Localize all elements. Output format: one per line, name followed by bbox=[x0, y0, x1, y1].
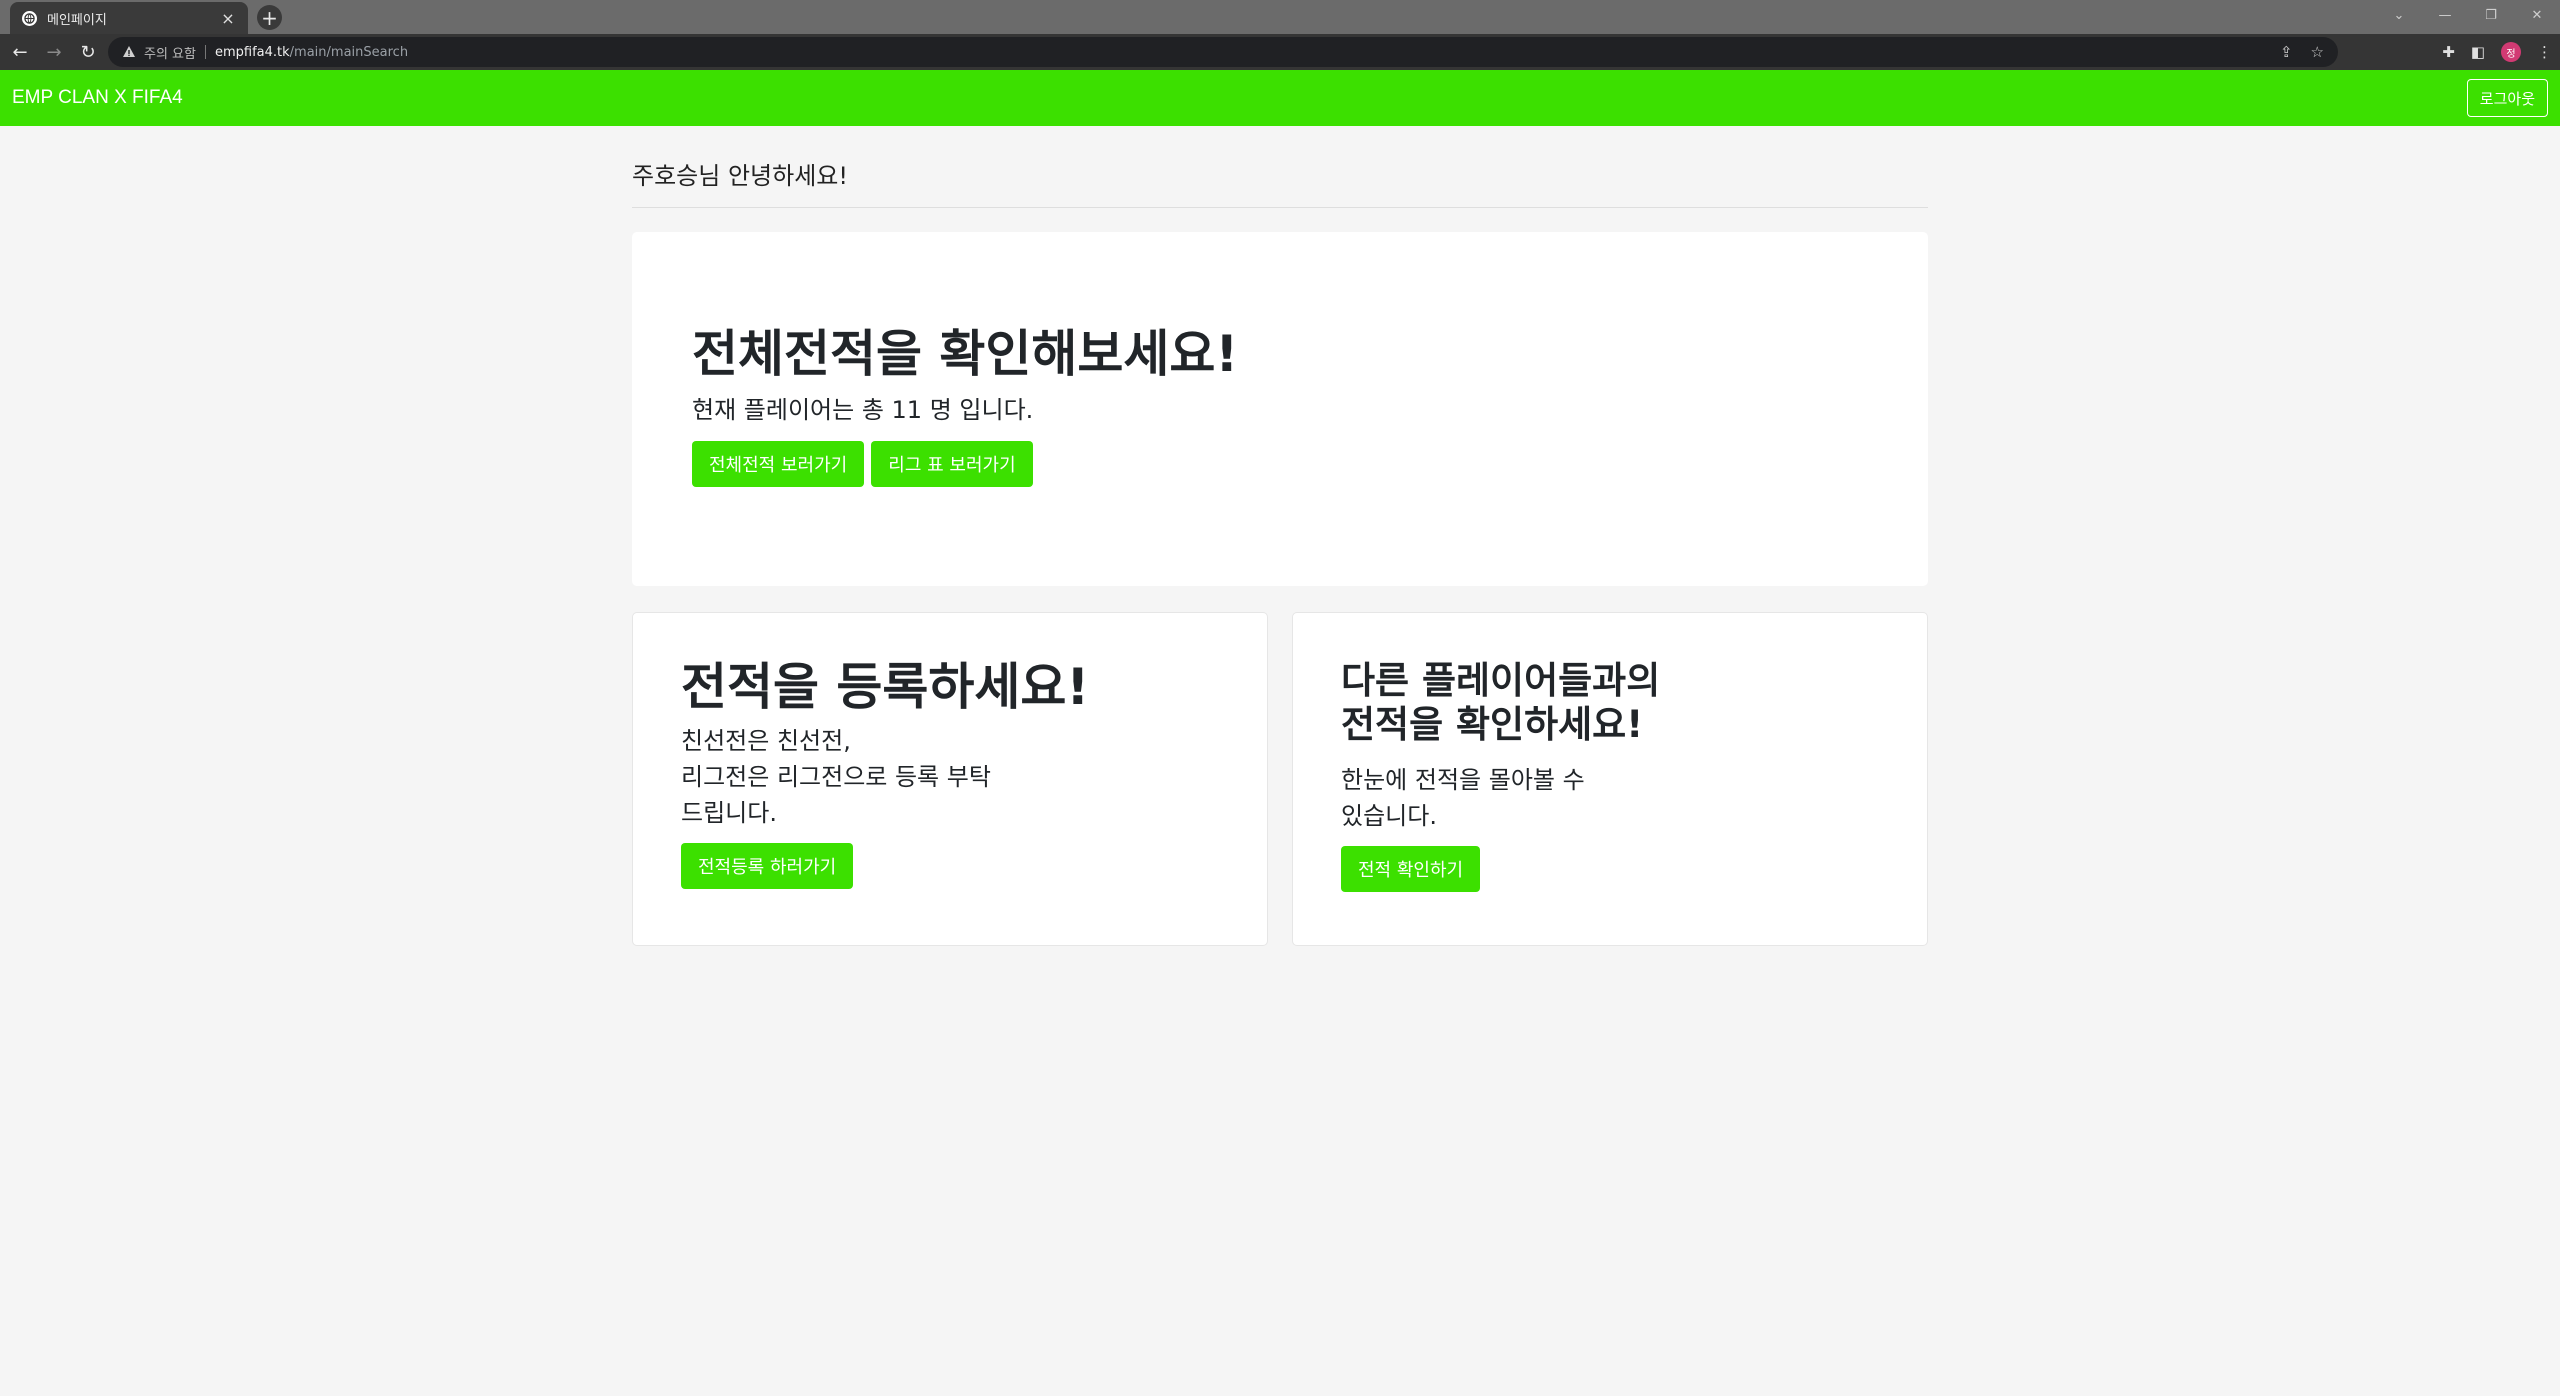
jumbotron-title: 전체전적을 확인해보세요! bbox=[692, 325, 1239, 383]
greeting-text: 주호승님 안녕하세요! bbox=[632, 156, 1928, 208]
sidepanel-icon[interactable]: ◧ bbox=[2471, 43, 2485, 61]
address-bar[interactable]: 주의 요함 empfifa4.tk /main/mainSearch ⇪ ☆ bbox=[108, 37, 2338, 67]
jumbotron-buttons: 전체전적 보러가기 리그 표 보러가기 bbox=[692, 441, 1868, 487]
main-container: 주호승님 안녕하세요! 전체전적을 확인해보세요! 현재 플레이어는 총 11 … bbox=[632, 126, 1928, 946]
reload-icon[interactable]: ↻ bbox=[74, 38, 102, 66]
browser-tabstrip: 메인페이지 × + ⌄ — ❐ ✕ bbox=[0, 0, 2560, 34]
brand-link[interactable]: EMP CLAN X FIFA4 bbox=[12, 70, 183, 126]
compare-card-line: 있습니다. bbox=[1341, 801, 1437, 830]
close-icon[interactable]: × bbox=[220, 9, 236, 28]
profile-avatar[interactable]: 정 bbox=[2501, 42, 2521, 62]
omnibox-divider bbox=[204, 45, 206, 59]
register-card-title: 전적을 등록하세요! bbox=[681, 658, 1090, 716]
tab-title: 메인페이지 bbox=[47, 12, 107, 28]
toolbar-actions: ✚ ◧ 정 ⋮ bbox=[2442, 34, 2552, 70]
compare-records-card: 다른 플레이어들과의 전적을 확인하세요! 한눈에 전적을 몰아볼 수 있습니다… bbox=[1292, 612, 1928, 946]
url-host: empfifa4.tk bbox=[214, 44, 290, 60]
minimize-icon[interactable]: — bbox=[2422, 8, 2468, 23]
register-record-button[interactable]: 전적등록 하러가기 bbox=[681, 843, 854, 889]
navbar: EMP CLAN X FIFA4 로그아웃 bbox=[0, 70, 2560, 126]
register-card-line: 친선전은 친선전, bbox=[681, 727, 851, 755]
register-card-text: 친선전은 친선전, 리그전은 리그전으로 등록 부탁 드립니다. bbox=[681, 723, 1219, 831]
card-row: 전적을 등록하세요! 친선전은 친선전, 리그전은 리그전으로 등록 부탁 드립… bbox=[632, 612, 1928, 946]
star-icon[interactable]: ☆ bbox=[2311, 43, 2324, 61]
menu-icon[interactable]: ⋮ bbox=[2537, 43, 2552, 61]
register-card-line: 리그전은 리그전으로 등록 부탁 bbox=[681, 763, 991, 791]
omnibox-actions: ⇪ ☆ bbox=[2280, 37, 2324, 67]
forward-arrow-icon[interactable]: → bbox=[40, 38, 68, 66]
compare-card-text: 한눈에 전적을 몰아볼 수 있습니다. bbox=[1341, 762, 1879, 834]
url-path: /main/mainSearch bbox=[289, 44, 409, 60]
back-arrow-icon[interactable]: ← bbox=[6, 38, 34, 66]
warning-icon bbox=[123, 46, 135, 57]
compare-card-title: 다른 플레이어들과의 전적을 확인하세요! bbox=[1341, 659, 1879, 748]
chevron-down-icon[interactable]: ⌄ bbox=[2376, 8, 2422, 23]
restore-icon[interactable]: ❐ bbox=[2468, 8, 2514, 23]
globe-icon bbox=[22, 10, 37, 26]
compare-card-title-line: 전적을 확인하세요! bbox=[1341, 703, 1644, 747]
close-window-icon[interactable]: ✕ bbox=[2514, 8, 2560, 23]
view-league-table-button[interactable]: 리그 표 보러가기 bbox=[871, 441, 1033, 487]
player-count-text: 현재 플레이어는 총 11 명 입니다. bbox=[692, 396, 1034, 424]
web-page: EMP CLAN X FIFA4 로그아웃 주호승님 안녕하세요! 전체전적을 … bbox=[0, 70, 2560, 1396]
check-records-button[interactable]: 전적 확인하기 bbox=[1341, 845, 1481, 892]
extensions-icon[interactable]: ✚ bbox=[2442, 43, 2455, 61]
register-record-card: 전적을 등록하세요! 친선전은 친선전, 리그전은 리그전으로 등록 부탁 드립… bbox=[632, 612, 1268, 946]
view-all-records-button[interactable]: 전체전적 보러가기 bbox=[692, 441, 865, 487]
compare-card-title-line: 다른 플레이어들과의 bbox=[1341, 659, 1661, 702]
window-controls: ⌄ — ❐ ✕ bbox=[2376, 0, 2560, 30]
share-icon[interactable]: ⇪ bbox=[2280, 43, 2293, 61]
register-card-line: 드립니다. bbox=[681, 799, 777, 827]
security-warning: 주의 요함 bbox=[144, 46, 196, 62]
overall-record-jumbotron: 전체전적을 확인해보세요! 현재 플레이어는 총 11 명 입니다. 전체전적 … bbox=[632, 232, 1928, 586]
browser-tab[interactable]: 메인페이지 × bbox=[10, 2, 248, 34]
logout-button[interactable]: 로그아웃 bbox=[2466, 79, 2548, 117]
compare-card-line: 한눈에 전적을 몰아볼 수 bbox=[1341, 765, 1585, 794]
plus-icon[interactable]: + bbox=[257, 5, 282, 30]
browser-toolbar: ← → ↻ 주의 요함 empfifa4.tk /main/mainSearch… bbox=[0, 34, 2560, 70]
